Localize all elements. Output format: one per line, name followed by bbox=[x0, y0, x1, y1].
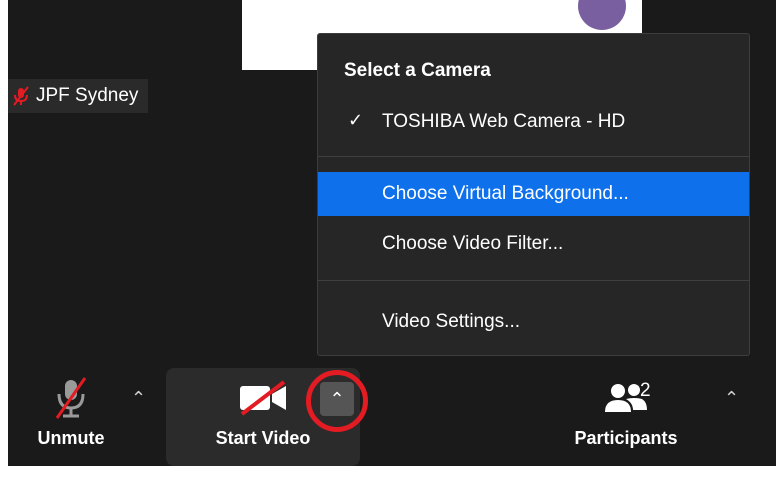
participant-name: JPF Sydney bbox=[36, 85, 139, 106]
participants-count: 2 bbox=[640, 380, 651, 401]
choose-video-filter-item[interactable]: Choose Video Filter... bbox=[318, 222, 749, 266]
video-off-icon bbox=[240, 380, 286, 416]
menu-item-label: Choose Video Filter... bbox=[382, 233, 564, 254]
participants-label: Participants bbox=[574, 428, 678, 448]
menu-title: Select a Camera bbox=[344, 60, 491, 81]
camera-menu: Select a Camera ✓ TOSHIBA Web Camera - H… bbox=[317, 33, 750, 356]
meeting-toolbar: Unmute ⌃ Start Video ⌃ 2 Participants ⌃ bbox=[8, 360, 776, 466]
audio-options-chevron-up-icon[interactable]: ⌃ bbox=[131, 388, 146, 409]
choose-virtual-background-item[interactable]: Choose Virtual Background... bbox=[318, 172, 749, 216]
checkmark-icon: ✓ bbox=[348, 110, 364, 130]
menu-item-label: Choose Virtual Background... bbox=[382, 183, 629, 204]
bottom-edge bbox=[0, 466, 776, 483]
participants-button[interactable]: 2 Participants bbox=[556, 374, 696, 449]
participant-name-tag: JPF Sydney bbox=[8, 79, 149, 113]
menu-divider bbox=[318, 156, 749, 157]
left-edge bbox=[0, 0, 8, 466]
menu-divider bbox=[318, 280, 749, 281]
menu-item-label: Video Settings... bbox=[382, 311, 521, 332]
start-video-label: Start Video bbox=[215, 428, 311, 448]
annotation-red-circle bbox=[306, 370, 368, 432]
participants-options-chevron-up-icon[interactable]: ⌃ bbox=[724, 388, 739, 409]
unmute-label: Unmute bbox=[37, 428, 105, 448]
participant-avatar bbox=[578, 0, 626, 30]
camera-option-toshiba[interactable]: ✓ TOSHIBA Web Camera - HD bbox=[318, 100, 749, 144]
camera-option-label: TOSHIBA Web Camera - HD bbox=[382, 111, 626, 132]
microphone-muted-icon bbox=[13, 86, 29, 106]
unmute-button[interactable]: Unmute bbox=[26, 374, 116, 449]
microphone-muted-icon bbox=[55, 377, 87, 419]
video-settings-item[interactable]: Video Settings... bbox=[318, 300, 749, 344]
